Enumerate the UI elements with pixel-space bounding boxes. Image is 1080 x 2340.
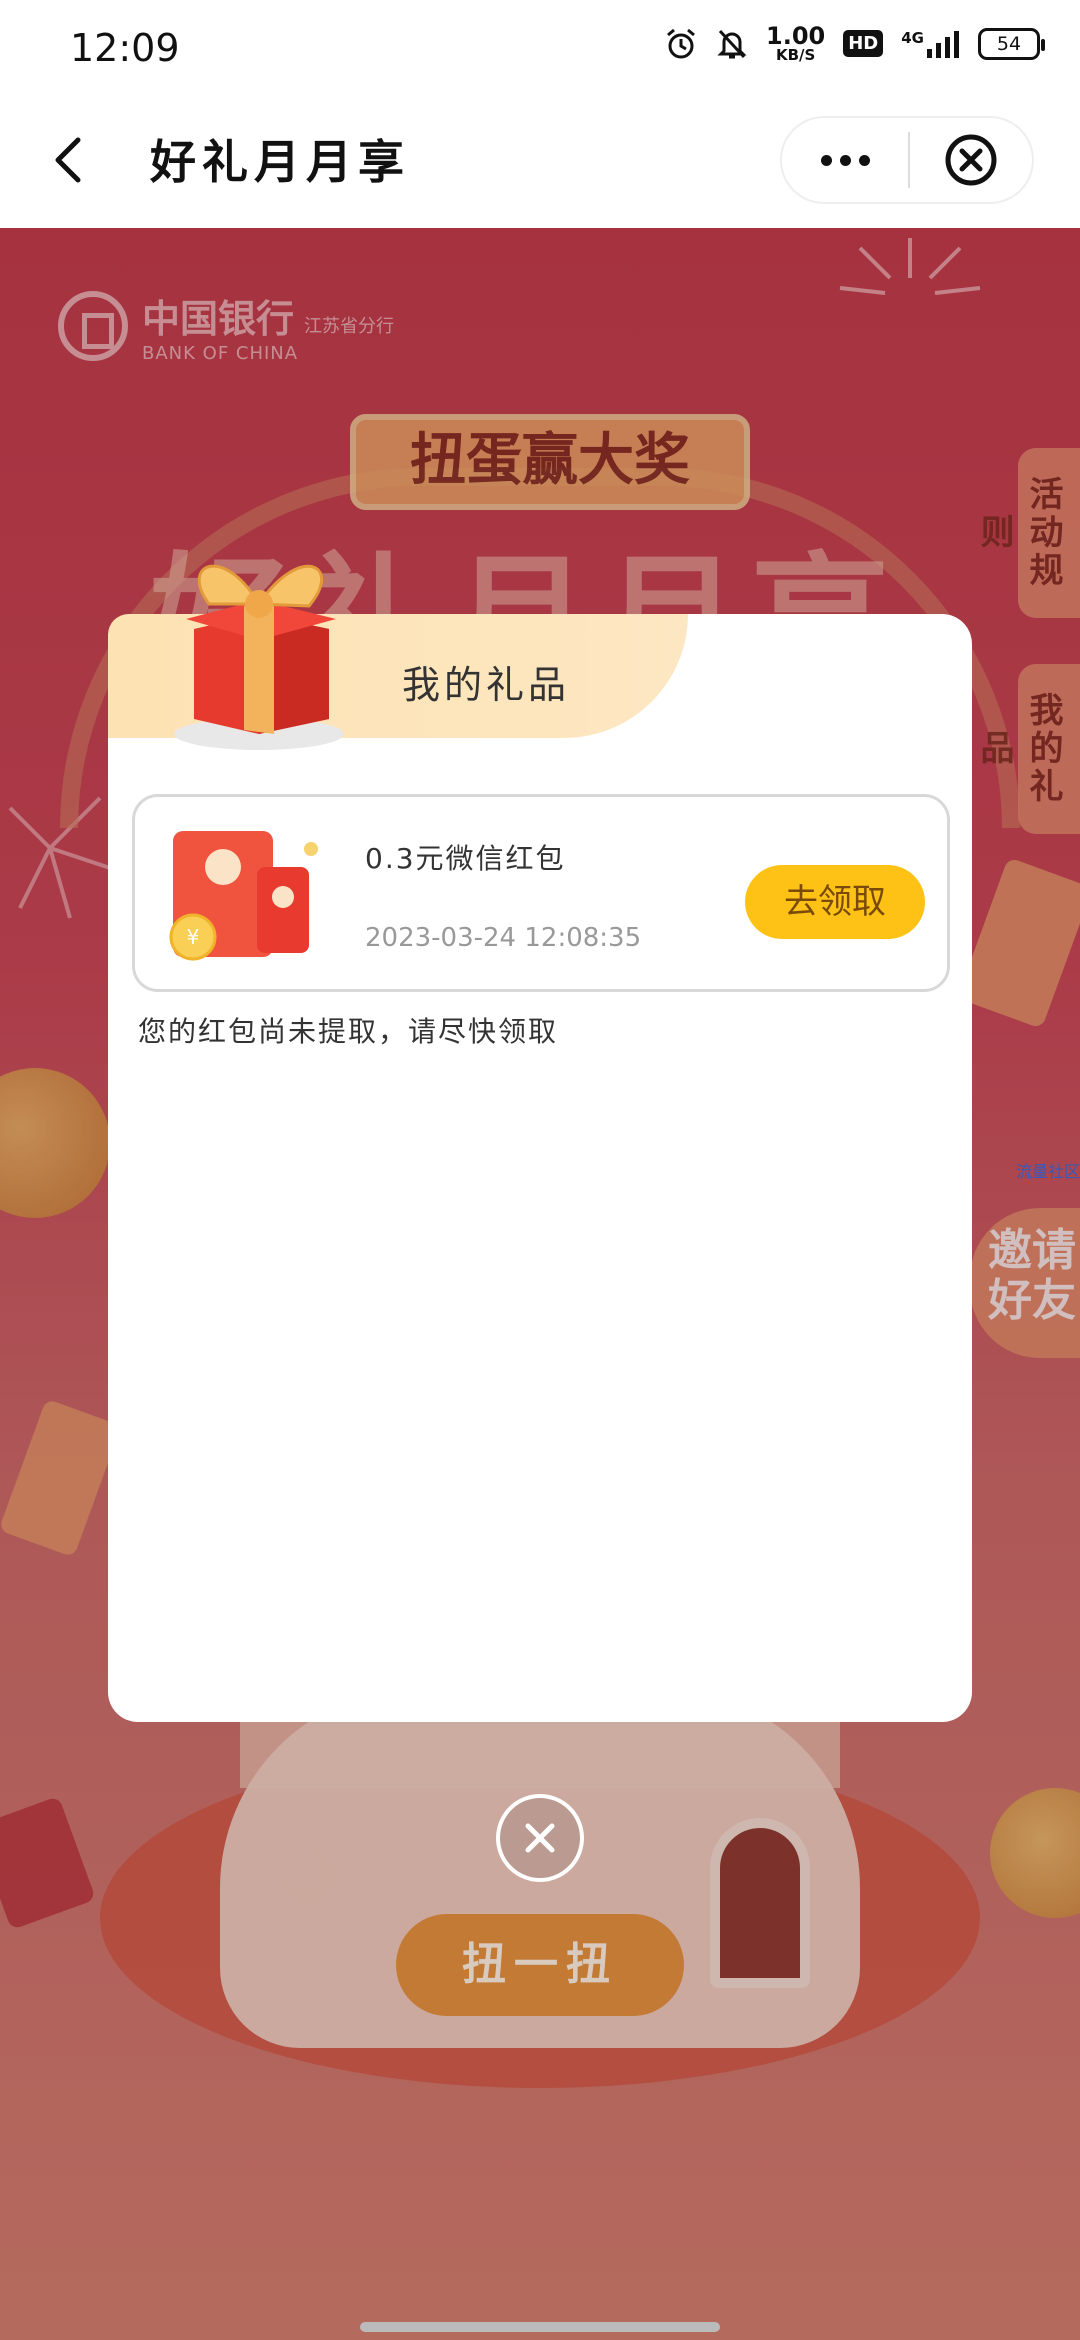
signal-icon: 4G [901,29,960,59]
nav-bar: 好礼月月享 [0,100,1080,228]
close-circle-icon [945,134,997,186]
status-bar: 12:09 1.00 KB/S HD 4G 54 [0,0,1080,100]
more-dot [839,154,851,166]
network-type: 4G [901,28,924,47]
status-icons: 1.00 KB/S HD 4G 54 [664,24,1045,63]
bell-muted-icon [716,27,748,61]
home-indicator[interactable] [360,2322,720,2332]
gift-name: 0.3元微信红包 [365,842,566,875]
net-speed: 1.00 KB/S [766,24,825,63]
more-dot [858,154,870,166]
gift-card: ¥ 0.3元微信红包 2023-03-24 12:08:35 去领取 [132,794,950,992]
more-dot [820,154,832,166]
more-button[interactable] [782,118,908,202]
gift-box-icon [174,564,344,750]
page-title: 好礼月月享 [150,135,410,189]
net-speed-value: 1.00 [766,22,826,50]
modal-title: 我的礼品 [402,663,571,707]
alarm-icon [664,27,698,61]
hd-badge: HD [843,30,884,57]
miniprogram-capsule [780,116,1034,204]
modal-close-button[interactable] [496,1794,584,1882]
claim-notice: 您的红包尚未提取，请尽快领取 [138,1015,559,1048]
battery-icon: 54 [978,27,1045,60]
my-gifts-modal: 我的礼品 ¥ 0.3元微信红包 2023-03-24 12:08:35 去领取 … [108,564,972,1722]
red-envelope-icon: ¥ [169,831,318,961]
close-icon [525,1823,555,1853]
svg-text:¥: ¥ [187,925,200,949]
back-button[interactable] [40,130,100,190]
status-time: 12:09 [70,26,180,70]
claim-button[interactable]: 去领取 [745,865,925,939]
exit-button[interactable] [910,118,1032,202]
gift-timestamp: 2023-03-24 12:08:35 [365,923,642,953]
net-speed-unit: KB/S [775,46,816,64]
chevron-left-icon [55,137,81,183]
